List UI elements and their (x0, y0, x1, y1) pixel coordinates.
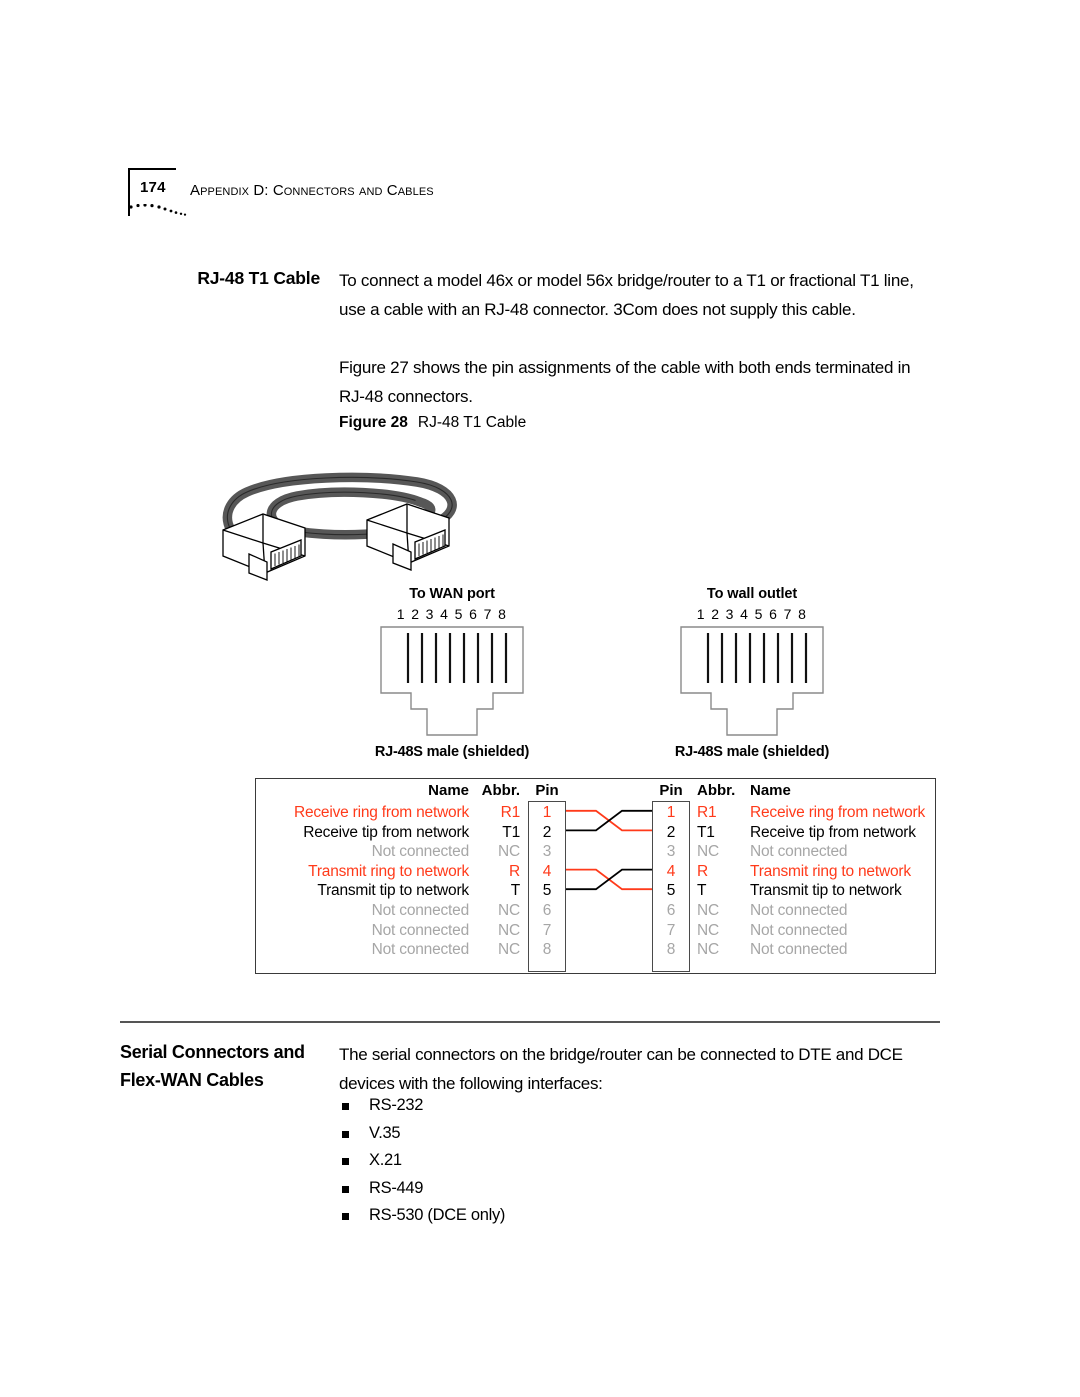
table-cell: R1 (500, 804, 521, 821)
connector-pin-numbers: 1 2 3 4 5 6 7 8 (696, 606, 808, 622)
figure-caption: Figure 28 RJ-48 T1 Cable (339, 414, 526, 432)
list-item: X.21 (339, 1147, 739, 1175)
connector-caption: RJ-48S male (shielded) (374, 744, 530, 760)
table-cell: Not connected (750, 901, 848, 919)
column-header-abbr: Abbr. (697, 782, 736, 799)
table-cell: Not connected (750, 941, 848, 959)
rj48-jack-outline-icon (680, 626, 824, 736)
wire-path (566, 868, 652, 891)
table-cell: Not connected (371, 901, 470, 919)
table-cell: T (510, 882, 520, 900)
table-column-name-left: Name Receive ring from network Receive ti… (264, 779, 469, 960)
list-item: V.35 (339, 1120, 739, 1148)
crossover-wiring-diagram (566, 809, 652, 891)
figure-label: Figure 28 (339, 414, 408, 431)
table-cell: NC (697, 921, 719, 939)
rj48-cable-illustration (222, 472, 457, 581)
table-cell: NC (498, 843, 520, 861)
column-header-abbr: Abbr. (481, 782, 520, 799)
connector-diagram-wan-port: To WAN port 1 2 3 4 5 6 7 8 RJ-48S male … (372, 586, 602, 760)
table-cell: Receive ring from network (750, 804, 926, 821)
column-header-name: Name (428, 782, 469, 799)
header-dot-arc-decoration (129, 204, 187, 216)
connector-title: To WAN port (409, 586, 495, 602)
section-heading-rj48-t1-cable: RJ-48 T1 Cable (197, 268, 320, 288)
column-header-pin: Pin (535, 782, 559, 799)
column-header-name: Name (750, 782, 791, 799)
table-cell: Not connected (750, 843, 848, 861)
table-cell: R (509, 862, 520, 880)
table-cell: Receive tip from network (303, 823, 469, 841)
connector-title: To wall outlet (706, 586, 798, 602)
pin-assignment-table: Name Receive ring from network Receive ti… (255, 778, 936, 974)
table-column-abbr-left: Abbr. R1 T1 NC R T NC NC NC (478, 779, 521, 960)
table-cell: R (697, 862, 708, 880)
table-cell: T1 (502, 823, 520, 841)
pin-column-box-left (528, 801, 566, 972)
rj48-paragraph-2: Figure 27 shows the pin assignments of t… (339, 358, 911, 406)
table-cell: NC (498, 941, 520, 959)
connector-caption: RJ-48S male (shielded) (674, 744, 830, 760)
table-cell: Not connected (371, 941, 470, 959)
section-divider (120, 1021, 940, 1023)
list-item: RS-232 (339, 1092, 739, 1120)
serial-paragraph: The serial connectors on the bridge/rout… (339, 1045, 903, 1093)
connector-pin-numbers: 1 2 3 4 5 6 7 8 (396, 606, 508, 622)
page-number: 174 (140, 179, 166, 196)
table-cell: Transmit ring to network (308, 862, 469, 880)
table-cell: R1 (697, 804, 717, 821)
section-heading-serial-connectors: Serial Connectors and Flex-WAN Cables (120, 1042, 305, 1090)
table-cell: Receive ring from network (293, 804, 469, 821)
connector-diagram-wall-outlet: To wall outlet 1 2 3 4 5 6 7 8 RJ-48S ma… (672, 586, 902, 760)
column-header-pin: Pin (659, 782, 683, 799)
table-cell: Not connected (371, 921, 470, 939)
table-cell: Transmit tip to network (317, 882, 469, 900)
serial-interfaces-list: RS-232 V.35 X.21 RS-449 RS-530 (DCE only) (339, 1092, 739, 1230)
table-column-name-right: Name Receive ring from network Receive ti… (750, 779, 980, 960)
table-cell: T1 (697, 823, 715, 841)
table-cell: Transmit tip to network (750, 882, 902, 900)
list-item: RS-530 (DCE only) (339, 1202, 739, 1230)
table-cell: NC (498, 921, 520, 939)
table-column-abbr-right: Abbr. R1 T1 NC R T NC NC NC (697, 779, 739, 960)
table-cell: Transmit ring to network (750, 862, 911, 880)
wire-path (566, 809, 652, 832)
header-chapter-title: Appendix D: Connectors and Cables (190, 182, 434, 199)
page-running-header: 174 Appendix D: Connectors and Cables (128, 168, 948, 228)
table-cell: NC (697, 901, 719, 919)
list-item: RS-449 (339, 1175, 739, 1203)
rj48-jack-outline-icon (380, 626, 524, 736)
table-cell: NC (697, 941, 719, 959)
pin-column-box-right (652, 801, 690, 972)
figure-title: RJ-48 T1 Cable (417, 414, 527, 431)
table-cell: Receive tip from network (750, 823, 916, 841)
table-cell: NC (697, 843, 719, 861)
table-cell: T (697, 882, 707, 900)
table-cell: Not connected (750, 921, 848, 939)
rj48-paragraph-1: To connect a model 46x or model 56x brid… (339, 271, 914, 319)
table-cell: NC (498, 901, 520, 919)
table-cell: Not connected (371, 843, 470, 861)
